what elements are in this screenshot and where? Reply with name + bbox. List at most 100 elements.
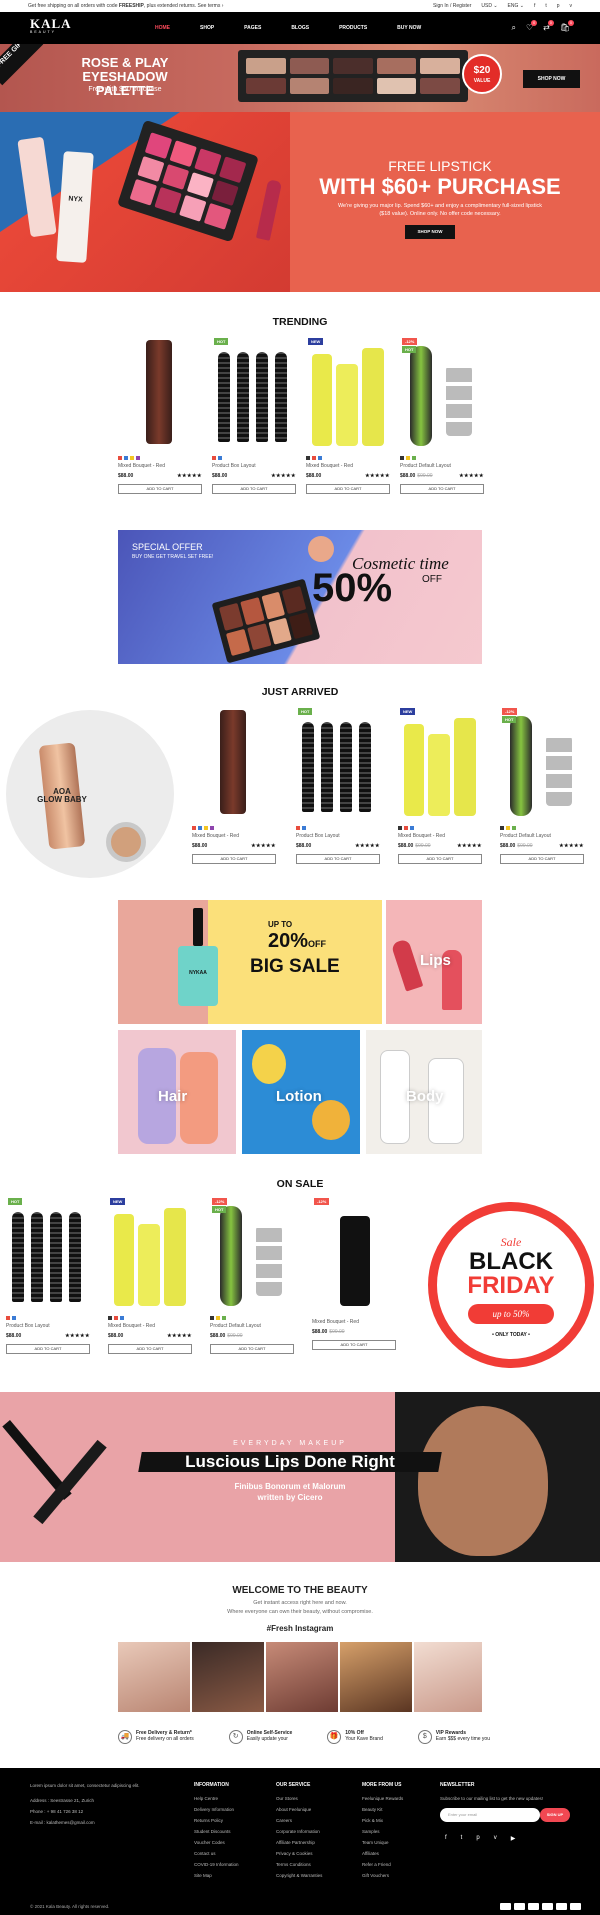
product-card[interactable]: HOT Product Box Layout $88.00 ★★★★★ ADD TO C… [212,336,296,494]
add-to-cart-button[interactable]: ADD TO CART [398,854,482,864]
product-card[interactable]: NEW Mixed Bouquet - Red $88.00 ★★★★★ ADD TO … [108,1196,192,1354]
product-image[interactable]: NEW [306,336,390,452]
footer-link[interactable]: Pick & Mix [362,1815,403,1826]
instagram-photo-1[interactable] [118,1642,190,1712]
nav-item-products[interactable]: PRODUCTS [339,25,367,31]
product-name[interactable]: Mixed Bouquet - Red [118,463,202,469]
color-swatch[interactable] [506,826,510,830]
color-swatch[interactable] [406,456,410,460]
product-image[interactable]: NEW [398,706,482,822]
product-image[interactable]: -12% HOT [400,336,484,452]
nav-item-shop[interactable]: SHOP [200,25,214,31]
facebook-icon[interactable]: f [445,1835,447,1842]
footer-link[interactable]: Team Unique [362,1837,403,1848]
footer-link[interactable]: Gift Vouchers [362,1870,403,1881]
product-name[interactable]: Mixed Bouquet - Red [108,1323,192,1329]
add-to-cart-button[interactable]: ADD TO CART [6,1344,90,1354]
footer-link[interactable]: COVID-19 Information [194,1859,239,1870]
footer-link[interactable]: Feelunique Rewards [362,1793,403,1804]
color-swatch[interactable] [296,826,300,830]
footer-link[interactable]: Refer a Friend [362,1859,403,1870]
footer-link[interactable]: Corporate Information [276,1826,322,1837]
footer-link[interactable]: Delivery Information [194,1804,239,1815]
search-icon[interactable]: ⌕ [511,23,515,33]
color-swatch[interactable] [512,826,516,830]
vimeo-icon[interactable]: v [494,1835,497,1842]
instagram-photo-4[interactable] [340,1642,412,1712]
eyeshadow-promo-banner[interactable]: FREE GIFT ROSE & PLAY EYESHADOW PALETTE … [0,44,600,112]
color-swatch[interactable] [198,826,202,830]
footer-link[interactable]: Samples [362,1826,403,1837]
nav-item-pages[interactable]: PAGES [244,25,261,31]
newsletter-email-input[interactable]: Enter your email [440,1808,540,1822]
product-image[interactable]: HOT [212,336,296,452]
nav-item-buy-now[interactable]: BUY NOW [397,25,421,31]
hair-banner[interactable]: Hair [118,1030,236,1154]
see-terms-link[interactable]: , plus extended returns. See terms › [144,3,223,9]
cart-icon[interactable]: 🛍 0 [560,20,574,33]
nav-item-home[interactable]: HOME [155,25,170,31]
product-card[interactable]: NEW Mixed Bouquet - Red $88.00 $99.00 ★★★★★ A… [398,706,482,864]
add-to-cart-button[interactable]: ADD TO CART [192,854,276,864]
vimeo-icon[interactable]: v [570,3,573,9]
body-banner[interactable]: Body [366,1030,482,1154]
footer-link[interactable]: Copyright & Warranties [276,1870,322,1881]
color-swatch[interactable] [410,826,414,830]
twitter-icon[interactable]: t [545,3,546,9]
currency-select[interactable]: USD ⌄ [481,3,497,9]
product-image[interactable]: HOT [296,706,380,822]
footer-link[interactable]: Voucher Codes [194,1837,239,1848]
footer-link[interactable]: Our Stores [276,1793,322,1804]
youtube-icon[interactable]: ▶ [511,1835,516,1842]
footer-link[interactable]: Beauty Kit [362,1804,403,1815]
color-swatch[interactable] [400,456,404,460]
add-to-cart-button[interactable]: ADD TO CART [212,484,296,494]
product-name[interactable]: Product Default Layout [500,833,584,839]
big-sale-banner[interactable]: NYKAA UP TO 20%OFF BIG SALE [118,900,382,1024]
pinterest-icon[interactable]: p [557,3,560,9]
product-card[interactable]: Mixed Bouquet - Red $88.00 ★★★★★ ADD TO CAR… [118,336,202,494]
product-image[interactable]: NEW [108,1196,192,1312]
color-swatch[interactable] [218,456,222,460]
footer-link[interactable]: Terms Conditions [276,1859,322,1870]
product-image[interactable]: HOT [6,1196,90,1312]
product-name[interactable]: Mixed Bouquet - Red [192,833,276,839]
color-swatch[interactable] [120,1316,124,1320]
color-swatch[interactable] [398,826,402,830]
footer-link[interactable]: About Feelunique [276,1804,322,1815]
lips-banner[interactable]: Lips [386,900,482,1024]
color-swatch[interactable] [318,456,322,460]
promo-shop-now-button[interactable]: SHOP NOW [523,70,580,88]
instagram-photo-2[interactable] [192,1642,264,1712]
product-image[interactable] [192,706,276,822]
product-name[interactable]: Mixed Bouquet - Red [398,833,482,839]
color-swatch[interactable] [312,456,316,460]
product-name[interactable]: Mixed Bouquet - Red [312,1319,396,1325]
footer-link[interactable]: Returns Policy [194,1815,239,1826]
footer-link[interactable]: Careers [276,1815,322,1826]
glow-baby-feature-image[interactable]: AOA GLOW BABY [6,710,174,878]
product-name[interactable]: Product Box Layout [212,463,296,469]
color-swatch[interactable] [210,1316,214,1320]
add-to-cart-button[interactable]: ADD TO CART [500,854,584,864]
product-name[interactable]: Product Default Layout [210,1323,294,1329]
color-swatch[interactable] [108,1316,112,1320]
product-image[interactable] [118,336,202,452]
footer-link[interactable]: Affiliate Partnership [276,1837,322,1848]
color-swatch[interactable] [124,456,128,460]
product-image[interactable]: -12% HOT [210,1196,294,1312]
product-name[interactable]: Mixed Bouquet - Red [306,463,390,469]
product-card[interactable]: NEW Mixed Bouquet - Red $88.00 ★★★★★ ADD TO … [306,336,390,494]
product-card[interactable]: HOT Product Box Layout $88.00 ★★★★★ ADD TO C… [296,706,380,864]
color-swatch[interactable] [222,1316,226,1320]
pinterest-icon[interactable]: p [476,1835,479,1842]
product-name[interactable]: Product Default Layout [400,463,484,469]
product-card[interactable]: Mixed Bouquet - Red $88.00 ★★★★★ ADD TO CAR… [192,706,276,864]
product-name[interactable]: Product Box Layout [6,1323,90,1329]
color-swatch[interactable] [404,826,408,830]
footer-link[interactable]: Site Map [194,1870,239,1881]
color-swatch[interactable] [204,826,208,830]
color-swatch[interactable] [118,456,122,460]
compare-icon[interactable]: ⇄ 0 [543,20,554,33]
product-card[interactable]: -12% HOT Product Default Layout $88.00 $99.0… [500,706,584,864]
